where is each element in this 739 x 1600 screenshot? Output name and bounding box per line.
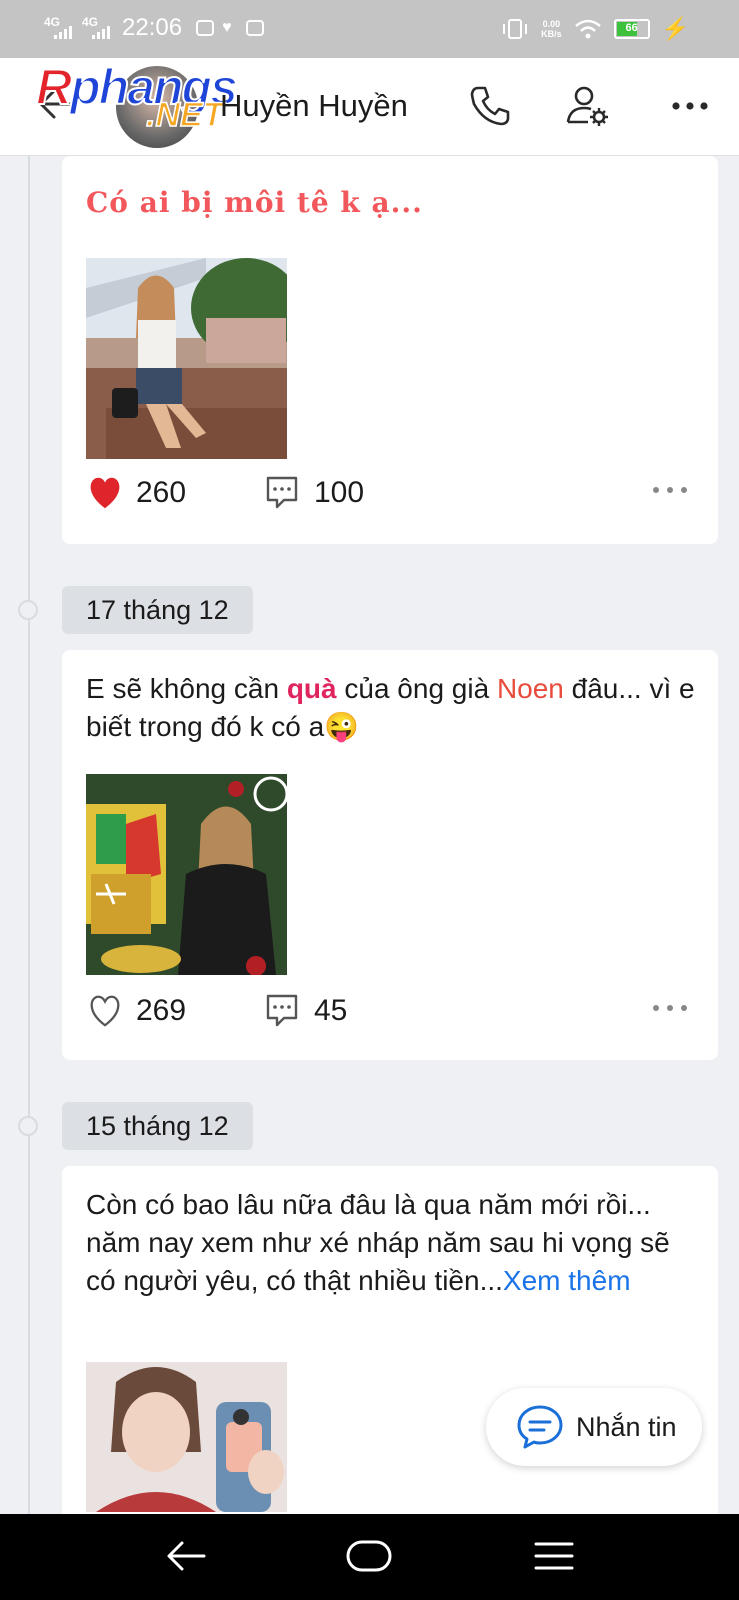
notification-icon — [196, 20, 215, 36]
net-speed: 0.00 KB/s — [541, 19, 562, 39]
heart-outline-icon[interactable] — [86, 992, 124, 1030]
message-button[interactable]: Nhắn tin — [486, 1388, 702, 1466]
charging-icon: ⚡ — [661, 16, 689, 41]
post-photo[interactable] — [86, 774, 287, 975]
see-more-link[interactable]: Xem thêm — [503, 1265, 631, 1296]
date-chip: 17 tháng 12 — [62, 586, 253, 634]
comment-count: 45 — [314, 994, 348, 1027]
more-dots-icon[interactable] — [650, 996, 690, 1020]
post-actions: 260 100 — [86, 472, 694, 516]
post-actions: 269 45 — [86, 990, 694, 1034]
nav-back-icon[interactable] — [162, 1536, 210, 1576]
post-card[interactable]: E sẽ không cần quà của ông già Noen đâu.… — [62, 650, 718, 1060]
date-chip: 15 tháng 12 — [62, 1102, 253, 1150]
like-count: 260 — [136, 476, 187, 509]
user-settings-icon[interactable] — [564, 82, 612, 130]
heart-notification-icon: ♥ — [222, 19, 232, 36]
post-text: Còn có bao lâu nữa đâu là qua năm mới rồ… — [86, 1189, 670, 1296]
contact-name[interactable]: Huyền Huyền — [220, 88, 408, 124]
status-bar: 4G 4G 22:06 ♥ 0.00 KB/s 66 ⚡ — [0, 0, 739, 58]
post-photo[interactable] — [86, 258, 287, 459]
comment-icon[interactable] — [264, 992, 300, 1028]
nav-home-icon[interactable] — [345, 1536, 393, 1576]
signal-icon: 4G — [44, 15, 74, 41]
timeline-line — [28, 156, 30, 1516]
wifi-icon — [574, 19, 601, 39]
post-photo[interactable] — [86, 1362, 287, 1512]
chat-header: Rphangs .NET Huyền Huyền — [0, 58, 739, 156]
like-count: 269 — [136, 994, 187, 1027]
status-time: 22:06 — [122, 14, 183, 41]
system-nav-bar — [0, 1514, 739, 1600]
more-options-icon[interactable] — [666, 82, 714, 130]
signal-icon-2: 4G — [82, 15, 112, 41]
vibrate-icon — [503, 19, 528, 39]
phone-icon[interactable] — [466, 82, 514, 130]
post-card[interactable]: Còn có bao lâu nữa đâu là qua năm mới rồ… — [62, 1166, 718, 1526]
wink-emoji-icon: 😜 — [324, 711, 360, 742]
battery-icon: 66 — [613, 19, 650, 39]
more-dots-icon[interactable] — [650, 478, 690, 502]
message-icon — [517, 1405, 563, 1449]
nav-menu-icon[interactable] — [530, 1536, 578, 1576]
comment-icon[interactable] — [264, 474, 300, 510]
timeline-dot — [18, 600, 38, 620]
comment-count: 100 — [314, 476, 365, 509]
message-button-label: Nhắn tin — [576, 1412, 677, 1442]
timeline-dot — [18, 1116, 38, 1136]
heart-filled-icon[interactable] — [86, 474, 124, 512]
post-card[interactable]: Có ai bị môi tê k ạ... 260 100 — [62, 156, 718, 544]
post-text: Có ai bị môi tê k ạ... — [86, 186, 423, 219]
post-text: E sẽ không cần quà của ông già Noen đâu.… — [86, 673, 695, 742]
gallery-notification-icon — [245, 20, 264, 36]
